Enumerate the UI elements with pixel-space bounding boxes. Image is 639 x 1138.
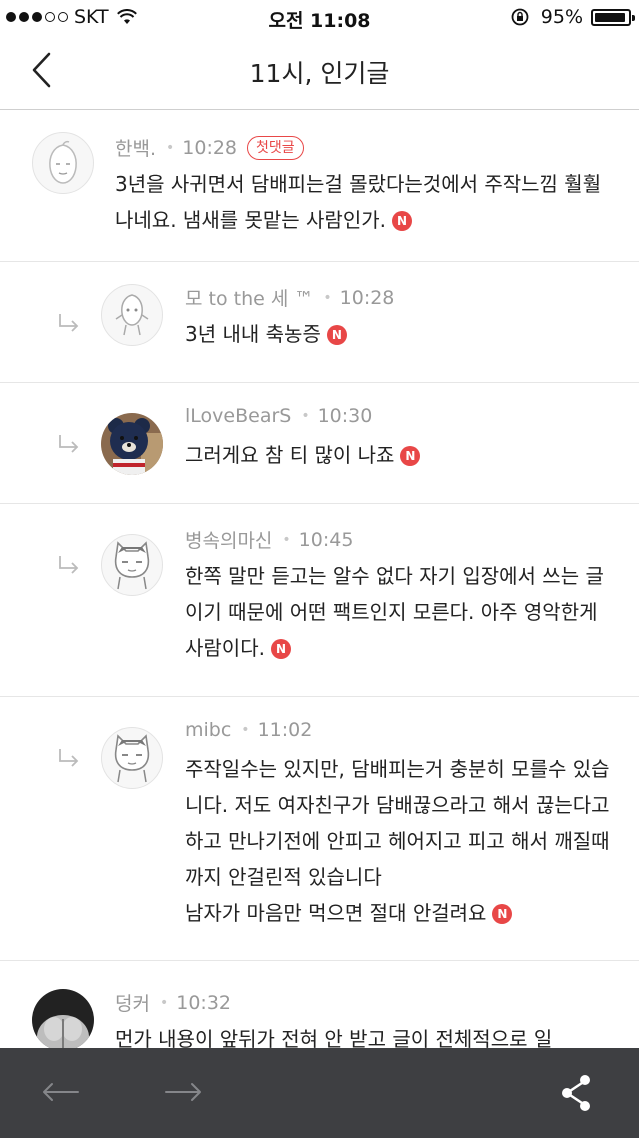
comment-reply: 모 to the 세 ™ • 10:28 3년 내내 축농증 N: [0, 262, 639, 383]
reply-arrow-icon: [59, 556, 79, 574]
rotation-lock-icon: [511, 8, 529, 26]
comment-author[interactable]: 병속의마신: [185, 526, 272, 553]
comment-item: 한백. • 10:28 첫댓글 3년을 사귀면서 담배피는걸 몰랐다는것에서 주…: [0, 110, 639, 262]
avatar[interactable]: [101, 284, 163, 346]
comment-author[interactable]: lLoveBearS: [185, 405, 291, 427]
bear-photo-icon: [101, 413, 163, 475]
new-badge: N: [270, 639, 291, 659]
avatar[interactable]: [101, 534, 163, 596]
cat-character-icon: [114, 734, 150, 783]
peach-character-icon: [49, 140, 77, 184]
comment-text: 그러게요 참 티 많이 나죠 N: [185, 437, 615, 473]
comment-list: 한백. • 10:28 첫댓글 3년을 사귀면서 담배피는걸 몰랐다는것에서 주…: [0, 110, 639, 1081]
comment-author[interactable]: mibc: [185, 719, 231, 741]
comment-text: 주작일수는 있지만, 담배피는거 충분히 모를수 있습니다. 저도 여자친구가 …: [185, 757, 610, 925]
battery-fill: [595, 12, 626, 22]
comment-time: 10:28: [182, 136, 238, 159]
comment-reply: lLoveBearS • 10:30 그러게요 참 티 많이 나죠 N: [0, 383, 639, 504]
share-icon: [562, 1075, 590, 1111]
share-button[interactable]: [556, 1072, 596, 1114]
comment-text: 3년을 사귀면서 담배피는걸 몰랐다는것에서 주작느낌 훨훨나네요. 냄새를 못…: [115, 172, 602, 232]
browser-back-button[interactable]: [38, 1074, 82, 1110]
comment-author[interactable]: 한백.: [115, 134, 156, 161]
comment-time: 11:02: [257, 719, 313, 741]
battery-percent: 95%: [540, 6, 583, 28]
status-bar: SKT 오전 11:08 95%: [0, 0, 639, 36]
comment-meta: 한백. • 10:28 첫댓글: [115, 134, 304, 161]
browser-forward-button[interactable]: [162, 1074, 206, 1110]
comment-text: 3년 내내 축농증 N: [185, 316, 615, 352]
bottom-toolbar: [0, 1048, 639, 1138]
comment-time: 10:32: [176, 991, 231, 1014]
peach-character-icon: [115, 294, 149, 336]
avatar[interactable]: [101, 413, 163, 475]
comment-time: 10:28: [339, 286, 395, 309]
cat-character-icon: [114, 541, 150, 590]
comment-author[interactable]: 모 to the 세 ™: [185, 284, 313, 311]
comment-meta: mibc • 11:02: [185, 719, 313, 741]
reply-arrow-icon: [59, 435, 79, 453]
comment-reply: 병속의마신 • 10:45 한쪽 말만 듣고는 알수 없다 자기 입장에서 쓰는…: [0, 504, 639, 697]
new-badge: N: [326, 325, 347, 345]
comment-meta: 덩커 • 10:32: [115, 989, 231, 1016]
avatar[interactable]: [32, 132, 94, 194]
new-badge: N: [392, 211, 412, 231]
comment-meta: 병속의마신 • 10:45: [185, 526, 353, 553]
reply-arrow-icon: [59, 749, 79, 767]
page-title: 11시, 인기글: [249, 59, 390, 88]
comment-time: 10:45: [298, 528, 354, 551]
avatar[interactable]: [101, 727, 163, 789]
status-right: 95%: [511, 6, 635, 28]
nav-bar: 11시, 인기글: [0, 36, 639, 110]
arrow-right-icon: [165, 1083, 201, 1101]
comment-time: 10:30: [317, 405, 373, 427]
comment-text: 한쪽 말만 듣고는 알수 없다 자기 입장에서 쓰는 글이기 때문에 어떤 팩트…: [185, 564, 604, 660]
comment-reply: mibc • 11:02 주작일수는 있지만, 담배피는거 충분히 모를수 있습…: [0, 697, 639, 961]
new-badge: N: [400, 446, 421, 466]
comment-meta: lLoveBearS • 10:30: [185, 405, 373, 427]
avatar[interactable]: [32, 989, 94, 1051]
reply-arrow-icon: [59, 314, 79, 332]
new-badge: N: [492, 904, 513, 924]
comment-author[interactable]: 덩커: [115, 989, 150, 1016]
first-comment-badge: 첫댓글: [247, 135, 304, 160]
photo-avatar-icon: [32, 989, 94, 1051]
arrow-left-icon: [43, 1083, 79, 1101]
battery-icon: [591, 8, 635, 26]
comment-meta: 모 to the 세 ™ • 10:28: [185, 284, 394, 311]
